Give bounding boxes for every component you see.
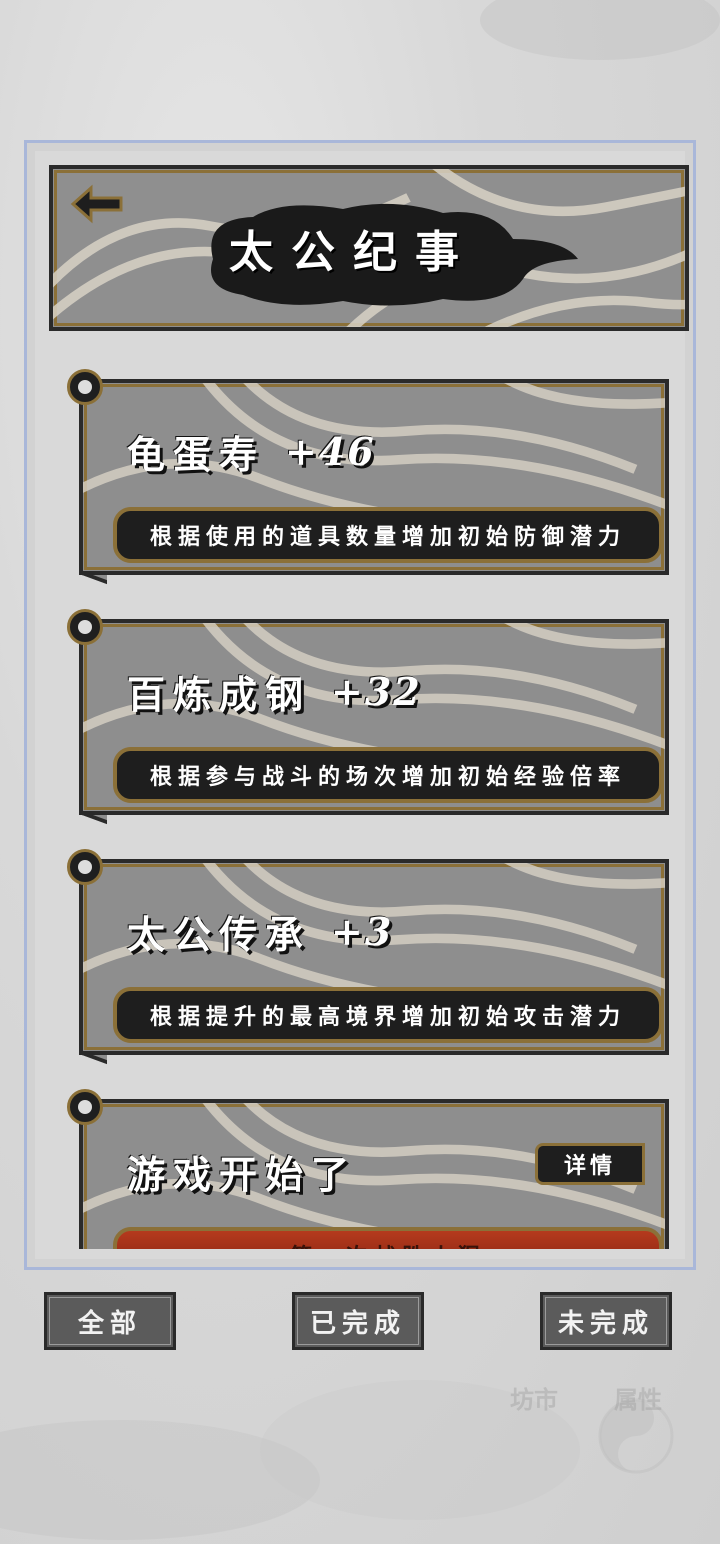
record-value: +32 bbox=[331, 668, 422, 714]
page-title: 太公纪事 bbox=[229, 227, 477, 278]
attributes-nav-ghost: 属性 bbox=[614, 1385, 662, 1414]
records-list[interactable]: 龟蛋寿 +46 根据使用的道具数量增加初始防御潜力 百炼成钢 +32 根据参与战… bbox=[49, 369, 689, 1249]
record-card: 龟蛋寿 +46 根据使用的道具数量增加初始防御潜力 bbox=[65, 369, 669, 585]
record-description: 第一次战胜火猩 bbox=[113, 1227, 663, 1249]
record-card-body: 游戏开始了 详情 第一次战胜火猩 bbox=[79, 1099, 669, 1249]
record-value: +3 bbox=[331, 908, 394, 954]
record-name: 游戏开始了 bbox=[127, 1151, 358, 1197]
tab-incomplete-label: 未完成 bbox=[557, 1308, 654, 1339]
back-button[interactable] bbox=[67, 179, 127, 229]
tab-completed-label: 已完成 bbox=[309, 1308, 406, 1339]
pin-icon bbox=[67, 849, 103, 885]
pin-icon bbox=[67, 369, 103, 405]
record-card-body: 龟蛋寿 +46 根据使用的道具数量增加初始防御潜力 bbox=[79, 379, 669, 575]
records-panel: 太公纪事 龟蛋寿 +46 根据使用的道具数量增加初始防御潜力 百炼成钢 +32 … bbox=[24, 140, 696, 1270]
record-title: 游戏开始了 bbox=[127, 1141, 357, 1201]
record-description: 根据使用的道具数量增加初始防御潜力 bbox=[113, 507, 663, 563]
detail-button-label: 详情 bbox=[563, 1153, 616, 1179]
record-description: 根据提升的最高境界增加初始攻击潜力 bbox=[113, 987, 663, 1043]
record-card-body: 太公传承 +3 根据提升的最高境界增加初始攻击潜力 bbox=[79, 859, 669, 1055]
record-card: 太公传承 +3 根据提升的最高境界增加初始攻击潜力 bbox=[65, 849, 669, 1065]
tab-all-label: 全部 bbox=[77, 1308, 142, 1339]
record-card-body: 百炼成钢 +32 根据参与战斗的场次增加初始经验倍率 bbox=[79, 619, 669, 815]
tab-completed[interactable]: 已完成 bbox=[292, 1292, 424, 1350]
pin-icon bbox=[67, 609, 103, 645]
record-name: 太公传承 bbox=[127, 911, 312, 957]
records-panel-inner: 太公纪事 龟蛋寿 +46 根据使用的道具数量增加初始防御潜力 百炼成钢 +32 … bbox=[35, 151, 689, 1259]
tab-incomplete[interactable]: 未完成 bbox=[540, 1292, 672, 1350]
market-nav-ghost: 坊市 bbox=[510, 1385, 558, 1414]
record-card: 百炼成钢 +32 根据参与战斗的场次增加初始经验倍率 bbox=[65, 609, 669, 825]
back-arrow-icon bbox=[70, 184, 123, 224]
pin-icon bbox=[67, 1089, 103, 1125]
tab-all[interactable]: 全部 bbox=[44, 1292, 176, 1350]
record-card: 游戏开始了 详情 第一次战胜火猩 bbox=[65, 1089, 669, 1249]
record-value: +46 bbox=[285, 428, 376, 474]
record-name: 百炼成钢 bbox=[127, 671, 312, 717]
header-banner: 太公纪事 bbox=[49, 165, 689, 331]
record-description: 根据参与战斗的场次增加初始经验倍率 bbox=[113, 747, 663, 803]
record-name: 龟蛋寿 bbox=[127, 431, 266, 477]
record-title: 太公传承 +3 bbox=[127, 901, 393, 961]
detail-button[interactable]: 详情 bbox=[535, 1143, 645, 1185]
record-title: 龟蛋寿 +46 bbox=[127, 421, 376, 481]
record-title: 百炼成钢 +32 bbox=[127, 661, 422, 721]
